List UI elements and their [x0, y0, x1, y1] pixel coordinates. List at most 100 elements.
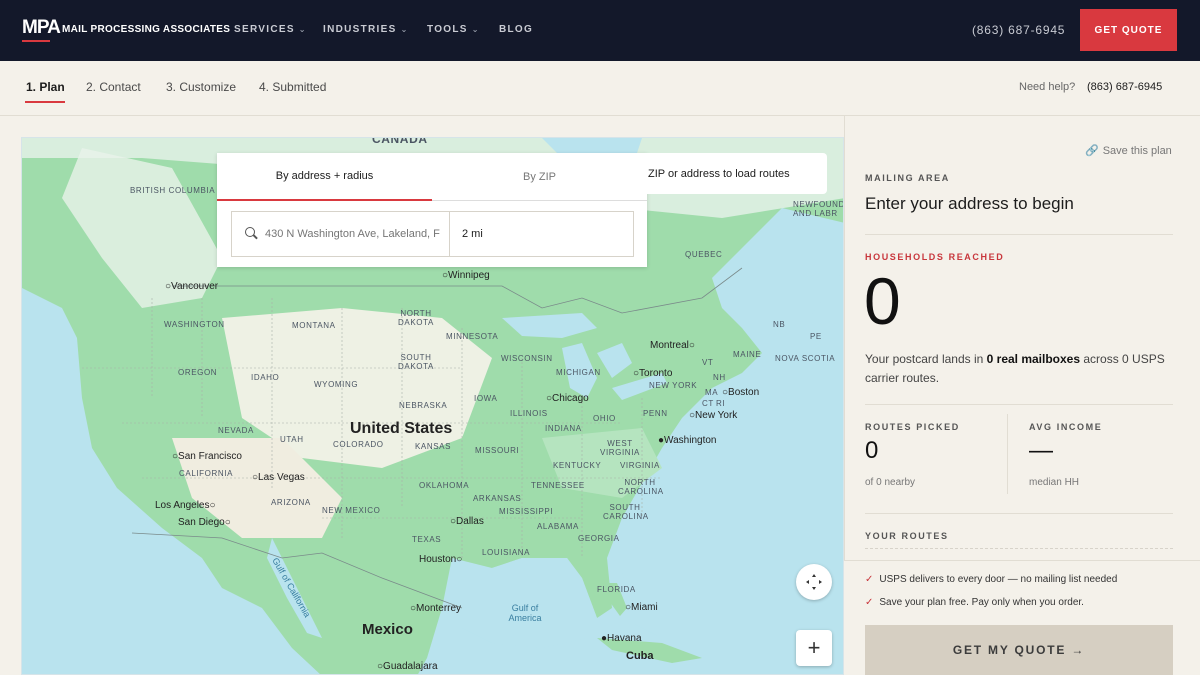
label-utah: UTAH [280, 435, 304, 444]
routes-picked-count: 0 [865, 437, 879, 464]
active-step-indicator [25, 101, 65, 103]
nav-services[interactable]: SERVICES ⌄ [234, 24, 307, 35]
nav-tools[interactable]: TOOLS ⌄ [427, 24, 480, 35]
help-label: Need help? [1019, 81, 1076, 93]
zoom-in-button[interactable]: + [796, 630, 832, 666]
label-vt: VT [702, 358, 714, 367]
mailing-area-kicker: MAILING AREA [865, 173, 950, 183]
label-kentucky: KENTUCKY [553, 461, 602, 470]
brand-name[interactable]: MAIL PROCESSING ASSOCIATES [62, 24, 230, 35]
get-quote-button[interactable]: GET QUOTE [1080, 9, 1177, 51]
city-havana: ●Havana [601, 633, 642, 644]
label-canada: Canada [372, 137, 428, 146]
label-idaho: IDAHO [251, 373, 280, 382]
label-ri: RI [716, 399, 726, 408]
label-wyoming: WYOMING [314, 380, 359, 389]
city-miami: ○Miami [625, 602, 658, 613]
city-montreal: Montreal○ [650, 340, 695, 351]
radius-select[interactable]: 2 mi [450, 211, 634, 257]
crosshair-icon [806, 574, 822, 590]
label-montana: MONTANA [292, 321, 336, 330]
label-california: CALIFORNIA [179, 469, 234, 478]
label-new-york: NEW YORK [649, 381, 698, 390]
households-description: Your postcard lands in 0 real mailboxes … [865, 352, 1165, 385]
label-indiana: INDIANA [545, 424, 582, 433]
address-input[interactable] [265, 228, 440, 240]
label-nevada: NEVADA [218, 426, 254, 435]
label-nh: NH [713, 373, 726, 382]
routes-picked-kicker: ROUTES PICKED [865, 422, 960, 432]
label-iowa: IOWA [474, 394, 498, 403]
mailing-area-title: Enter your address to begin [865, 194, 1074, 213]
label-cuba: Cuba [626, 650, 654, 662]
avg-income-value: — [1029, 437, 1053, 464]
label-maine: MAINE [733, 350, 762, 359]
divider [865, 404, 1173, 405]
check-icon: ✓ [865, 597, 874, 608]
search-hint: ZIP or address to load routes [640, 153, 827, 194]
locate-button[interactable] [796, 564, 832, 600]
label-arkansas: ARKANSAS [473, 494, 522, 503]
label-pe: PE [810, 332, 822, 341]
avg-income-kicker: AVG INCOME [1029, 422, 1103, 432]
city-monterrey: ○Monterrey [410, 603, 462, 614]
label-north-dakota: NORTH DAKOTA [398, 309, 434, 327]
label-ma: MA [705, 388, 719, 397]
tab-address-radius[interactable]: By address + radius [217, 153, 432, 201]
city-washington: ●Washington [658, 435, 717, 446]
label-louisiana: LOUISIANA [482, 548, 531, 557]
logo[interactable]: MPA [22, 17, 61, 42]
label-arizona: ARIZONA [271, 498, 311, 507]
label-washington: WASHINGTON [164, 320, 225, 329]
header-phone[interactable]: (863) 687-6945 [972, 23, 1065, 37]
city-houston: Houston○ [419, 554, 463, 565]
address-search-field[interactable] [231, 211, 450, 257]
city-new-york: ○New York [689, 410, 738, 421]
label-virginia: VIRGINIA [620, 461, 660, 470]
step-customize[interactable]: 3. Customize [166, 80, 236, 94]
label-illinois: ILLINOIS [510, 409, 548, 418]
divider [1007, 414, 1008, 494]
get-my-quote-button[interactable]: GET MY QUOTE → [865, 625, 1173, 675]
chevron-down-icon: ⌄ [298, 25, 307, 34]
steps-bar: 1. Plan 2. Contact 3. Customize 4. Submi… [0, 61, 1200, 116]
save-plan-link[interactable]: 🔗 Save this plan [1085, 144, 1172, 157]
avg-income-sub: median HH [1029, 477, 1080, 488]
label-missouri: MISSOURI [475, 446, 520, 455]
city-las-vegas: ○Las Vegas [252, 472, 305, 483]
routes-nearby: of 0 nearby [865, 477, 916, 488]
label-ct: CT [702, 399, 714, 408]
households-kicker: HOUSEHOLDS REACHED [865, 252, 1005, 262]
chevron-down-icon: ⌄ [400, 25, 409, 34]
check-item: ✓ USPS delivers to every door — no mailin… [865, 574, 1118, 585]
label-north-carolina: NORTH CAROLINA [618, 478, 664, 496]
label-new-mexico: NEW MEXICO [322, 506, 381, 515]
nav-industries[interactable]: INDUSTRIES ⌄ [323, 24, 409, 35]
label-florida: FLORIDA [597, 585, 636, 594]
label-texas: TEXAS [412, 535, 442, 544]
your-routes-kicker: YOUR ROUTES [865, 531, 949, 541]
city-guadalajara: ○Guadalajara [377, 661, 438, 672]
city-san-francisco: ○San Francisco [172, 451, 242, 462]
city-winnipeg: ○Winnipeg [442, 270, 490, 281]
top-nav-bar: MPA MAIL PROCESSING ASSOCIATES SERVICES ⌄… [0, 0, 1200, 61]
nav-blog[interactable]: BLOG [499, 24, 533, 35]
step-submitted[interactable]: 4. Submitted [259, 80, 326, 94]
help-phone[interactable]: (863) 687-6945 [1087, 81, 1162, 93]
label-wisconsin: WISCONSIN [501, 354, 553, 363]
label-penn: PENN [643, 409, 668, 418]
label-nb: NB [773, 320, 786, 329]
label-michigan: MICHIGAN [556, 368, 601, 377]
city-los-angeles: Los Angeles○ [155, 500, 216, 511]
step-contact[interactable]: 2. Contact [86, 80, 141, 94]
label-colorado: COLORADO [333, 440, 384, 449]
label-mississippi: MISSISSIPPI [499, 507, 554, 516]
tab-by-zip[interactable]: By ZIP [432, 153, 647, 201]
step-plan[interactable]: 1. Plan [26, 80, 65, 94]
check-icon: ✓ [865, 574, 874, 585]
label-south-dakota: SOUTH DAKOTA [398, 353, 434, 371]
households-count: 0 [864, 264, 901, 338]
divider [865, 513, 1173, 514]
label-georgia: GEORGIA [578, 534, 620, 543]
city-boston: ○Boston [722, 387, 760, 398]
